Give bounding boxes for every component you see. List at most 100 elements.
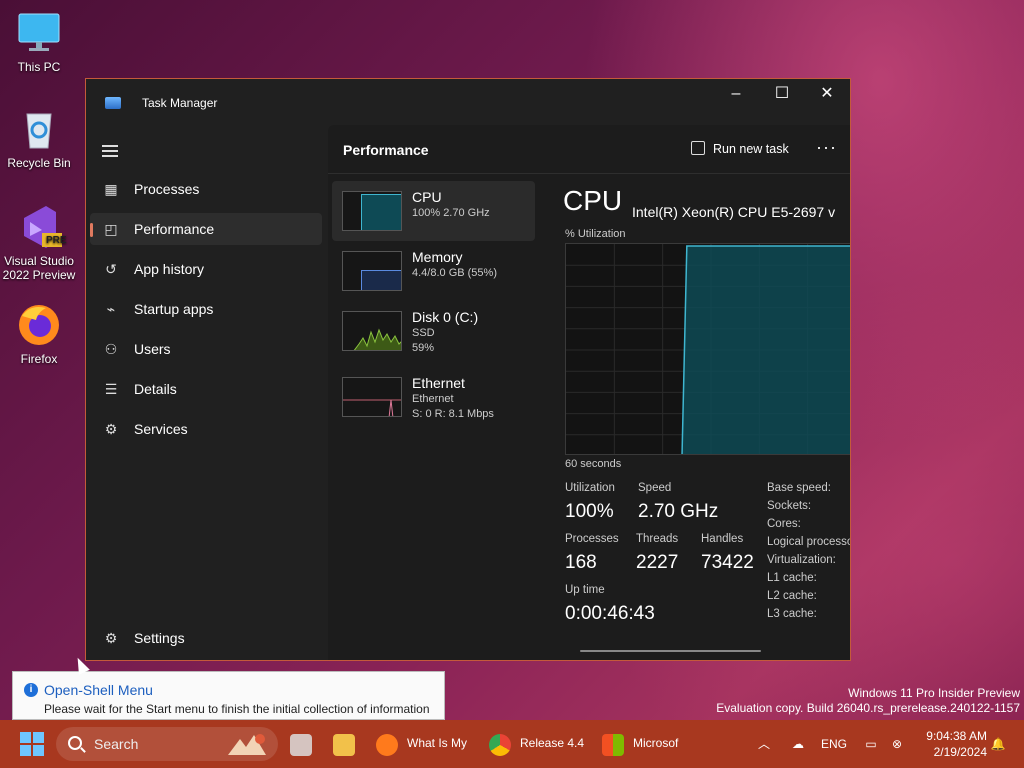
utilization-label: Utilization: [565, 482, 615, 494]
resource-detail: 4.4/8.0 GB (55%): [412, 267, 497, 279]
utilization-value: 100%: [565, 501, 614, 522]
minimize-button[interactable]: –: [713, 79, 759, 109]
network-icon[interactable]: ▭: [860, 720, 882, 768]
sidebar-item-label: Users: [134, 341, 171, 357]
show-hidden-icons-chevron-up-icon[interactable]: ︿: [752, 720, 776, 768]
taskbar-app-chrome[interactable]: Release 4.4: [483, 728, 587, 760]
notification-title: Open-Shell Menu: [44, 682, 153, 698]
resource-name: Ethernet: [412, 375, 465, 391]
monitor-icon: [16, 10, 62, 56]
services-icon: ⚙: [104, 421, 118, 437]
resource-item-memory[interactable]: Memory 4.4/8.0 GB (55%): [332, 241, 535, 301]
file-explorer-button[interactable]: [327, 728, 363, 760]
desktop-icon-label: Recycle Bin: [7, 156, 71, 170]
threads-value: 2227: [636, 552, 679, 573]
desktop-icon-label: This PC: [17, 60, 61, 74]
sidebar-item-label: Details: [134, 381, 177, 397]
virtualization-label: Virtualization:: [767, 554, 836, 566]
taskbar-app-store[interactable]: Microsof: [596, 728, 696, 760]
sidebar-item-services[interactable]: ⚙ Services: [90, 413, 322, 445]
task-manager-window: Task Manager – ☐ ✕ ▦ Processes ◰ Perform…: [85, 78, 851, 661]
run-new-task-button[interactable]: Run new task: [691, 141, 789, 156]
desktop-icon-label: Firefox: [20, 352, 58, 366]
clock-date: 2/19/2024: [933, 745, 987, 759]
resource-name: Disk 0 (C:): [412, 309, 479, 325]
l3-cache-label: L3 cache:: [767, 608, 817, 620]
ethernet-thumbnail: [342, 377, 402, 417]
speed-label: Speed: [638, 482, 672, 494]
sidebar-item-details[interactable]: ☰ Details: [90, 373, 322, 405]
resource-item-cpu[interactable]: CPU 100% 2.70 GHz: [332, 181, 535, 241]
watermark-line1: Windows 11 Pro Insider Preview: [848, 686, 1020, 700]
firefox-icon: [16, 302, 62, 348]
sidebar-item-performance[interactable]: ◰ Performance: [90, 213, 322, 245]
disk-thumbnail: [342, 311, 402, 351]
settings-gear-icon: ⚙: [104, 630, 118, 646]
memory-thumbnail: [342, 251, 402, 291]
task-view-icon: [290, 734, 312, 756]
cloud-offline-icon[interactable]: ☁: [786, 720, 810, 768]
cpu-thumbnail: [342, 191, 402, 231]
sidebar-item-settings[interactable]: ⚙ Settings: [90, 622, 322, 654]
info-icon: i: [24, 683, 38, 697]
sidebar-item-label: Startup apps: [134, 301, 214, 317]
resource-detail: Ethernet: [412, 393, 454, 405]
clock[interactable]: 9:04:38 AM 2/19/2024: [915, 728, 987, 760]
time-axis-label: 60 seconds: [565, 458, 622, 470]
sidebar-item-label: App history: [134, 261, 205, 277]
resource-item-ethernet[interactable]: Ethernet Ethernet S: 0 R: 8.1 Mbps: [332, 367, 535, 427]
maximize-button[interactable]: ☐: [759, 79, 805, 109]
sidebar-item-users[interactable]: ⚇ Users: [90, 333, 322, 365]
cores-label: Cores:: [767, 518, 801, 530]
resource-name: Memory: [412, 249, 463, 265]
pre-badge: PRE: [46, 235, 67, 246]
speed-value: 2.70 GHz: [638, 501, 719, 522]
search-icon: [68, 736, 82, 750]
more-options-button[interactable]: ···: [816, 137, 837, 158]
open-shell-notification[interactable]: i Open-Shell Menu Please wait for the St…: [12, 671, 445, 720]
notification-bell-icon[interactable]: 🔔: [988, 720, 1008, 768]
resource-detail: S: 0 R: 8.1 Mbps: [412, 408, 494, 420]
new-task-icon: [691, 141, 705, 155]
taskbar-app-label: Release 4.4: [520, 736, 585, 750]
desktop-icon-this-pc[interactable]: This PC: [1, 10, 77, 74]
sidebar: ▦ Processes ◰ Performance ↺ App history …: [86, 125, 326, 660]
details-icon: ☰: [104, 381, 118, 397]
hamburger-menu-icon[interactable]: [102, 145, 118, 157]
resource-detail: 59%: [412, 342, 435, 354]
resource-item-disk[interactable]: Disk 0 (C:) SSD 59%: [332, 301, 535, 361]
title-bar[interactable]: Task Manager – ☐ ✕: [86, 79, 850, 125]
cpu-detail-panel: CPU Intel(R) Xeon(R) CPU E5-2697 v % Uti…: [563, 183, 850, 660]
language-indicator[interactable]: ENG: [818, 720, 850, 768]
taskbar-app-firefox[interactable]: What Is My: [370, 728, 480, 760]
desktop-icon-label: Visual Studio 2022 Preview: [2, 254, 76, 282]
threads-label: Threads: [636, 533, 679, 545]
l2-cache-label: L2 cache:: [767, 590, 817, 602]
task-view-button[interactable]: [284, 728, 320, 760]
notification-message: Please wait for the Start menu to finish…: [44, 702, 430, 716]
resource-name: CPU: [412, 189, 442, 205]
sidebar-item-label: Performance: [134, 221, 215, 237]
watermark-line2: Evaluation copy. Build 26040.rs_prerelea…: [716, 701, 1020, 715]
close-button[interactable]: ✕: [804, 79, 850, 109]
processes-value: 168: [565, 552, 597, 573]
uptime-label: Up time: [565, 584, 605, 596]
desktop-icon-firefox[interactable]: Firefox: [1, 302, 77, 366]
app-history-icon: ↺: [105, 261, 117, 277]
desktop-icon-visual-studio[interactable]: PRE Visual Studio 2022 Preview: [1, 204, 77, 282]
sidebar-item-startup-apps[interactable]: ⌁ Startup apps: [90, 293, 322, 325]
horizontal-scrollbar[interactable]: [580, 650, 761, 652]
recycle-bin-icon: [16, 106, 62, 152]
cpu-model: Intel(R) Xeon(R) CPU E5-2697 v: [632, 204, 836, 220]
desktop-icon-recycle-bin[interactable]: Recycle Bin: [1, 106, 77, 170]
volume-muted-icon[interactable]: ⊗: [886, 720, 908, 768]
taskbar-search[interactable]: Search: [56, 727, 278, 761]
window-title: Task Manager: [142, 96, 218, 110]
sidebar-item-app-history[interactable]: ↺ App history: [90, 253, 322, 285]
taskbar: Search What Is My Release 4.4 Microsof ︿…: [0, 720, 1024, 768]
sidebar-item-label: Services: [134, 421, 188, 437]
start-button[interactable]: [20, 732, 44, 756]
startup-apps-icon: ⌁: [106, 301, 116, 317]
sidebar-item-processes[interactable]: ▦ Processes: [90, 173, 322, 205]
task-manager-icon: [105, 97, 121, 109]
